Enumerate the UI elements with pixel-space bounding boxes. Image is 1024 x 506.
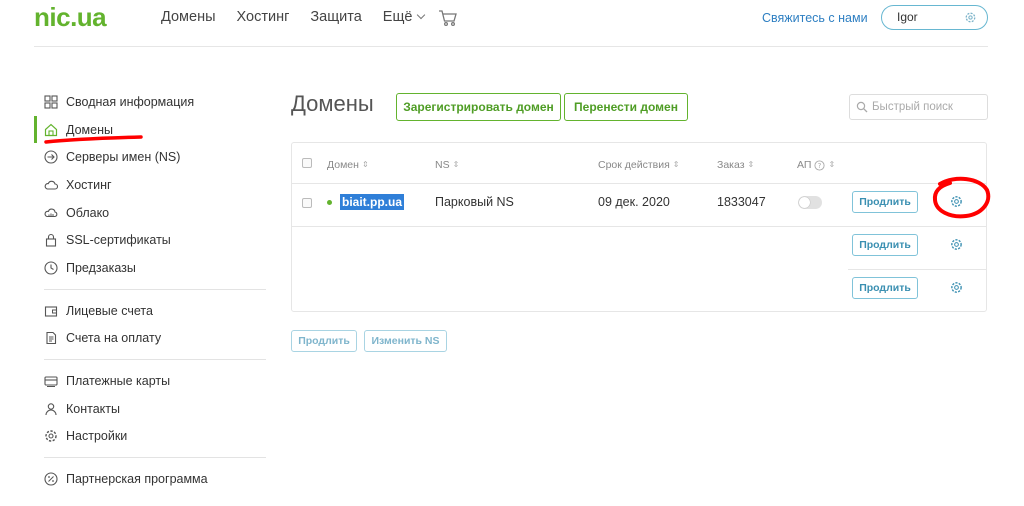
sidebar-item-label: Сводная информация <box>66 94 195 109</box>
sort-icon: ⇕ <box>828 160 836 169</box>
nav-more-label: Ещё <box>382 9 413 25</box>
column-autorenew-label: АП <box>797 159 812 171</box>
sidebar-item-label: Серверы имен (NS) <box>66 150 181 165</box>
autorenew-toggle[interactable] <box>798 196 822 209</box>
cloud-icon <box>44 180 58 190</box>
bulk-renew-button[interactable]: Продлить <box>291 330 357 352</box>
sidebar-item-label: Настройки <box>66 429 128 444</box>
user-menu[interactable]: Igor <box>881 5 988 30</box>
card-icon <box>44 376 58 388</box>
sidebar-item-label: Счета на оплату <box>66 331 162 346</box>
renew-button[interactable]: Продлить <box>852 234 918 256</box>
wallet-icon <box>44 306 58 317</box>
column-expiry[interactable]: Срок действия ⇕ <box>598 159 680 171</box>
red-annotation-underline <box>44 135 143 144</box>
nav-protection[interactable]: Защита <box>310 9 361 25</box>
column-domain-label: Домен <box>327 159 359 171</box>
sidebar-item-label: Облако <box>66 205 110 220</box>
gear-icon[interactable] <box>950 238 963 251</box>
renew-button[interactable]: Продлить <box>852 277 918 299</box>
nic-ua-logo[interactable]: nic.ua <box>34 2 107 33</box>
sidebar-item-ssl[interactable]: SSL-сертификаты <box>34 226 266 254</box>
sidebar-item-cloud[interactable]: Облако <box>34 199 266 227</box>
sort-icon: ⇕ <box>672 160 680 169</box>
expiry-value: 09 дек. 2020 <box>598 195 670 209</box>
column-expiry-label: Срок действия <box>598 159 670 171</box>
column-ns-label: NS <box>435 159 450 171</box>
sidebar-item-label: Платежные карты <box>66 374 171 389</box>
sidebar-item-preorders[interactable]: Предзаказы <box>34 254 266 282</box>
transfer-domain-button[interactable]: Перенести домен <box>564 93 688 121</box>
document-icon <box>46 332 57 345</box>
domains-table: Домен ⇕ NS ⇕ Срок действия ⇕ Заказ ⇕ АП ? ⇕ … <box>291 142 987 312</box>
search-icon <box>856 101 868 113</box>
grid-icon <box>44 95 58 109</box>
sidebar-item-label: Предзаказы <box>66 260 136 275</box>
column-domain[interactable]: Домен ⇕ <box>327 159 369 171</box>
gear-icon <box>965 12 976 23</box>
column-order[interactable]: Заказ ⇕ <box>717 159 754 171</box>
row-checkbox[interactable] <box>302 198 312 208</box>
table-row: biait.pp.ua Парковый NS 09 дек. 2020 183… <box>292 184 986 227</box>
page-title: Домены <box>291 91 374 116</box>
sidebar-divider <box>44 359 266 361</box>
sidebar-item-settings[interactable]: Настройки <box>34 423 266 451</box>
sidebar-item-invoices[interactable]: Счета на оплату <box>34 325 266 353</box>
sidebar-divider <box>44 457 266 459</box>
ns-value: Парковый NS <box>435 195 514 209</box>
cart-icon[interactable] <box>438 9 458 27</box>
sidebar-item-accounts[interactable]: Лицевые счета <box>34 297 266 325</box>
sidebar-item-summary[interactable]: Сводная информация <box>34 88 266 116</box>
sidebar-item-label: SSL-сертификаты <box>66 233 171 248</box>
domain-link[interactable]: biait.pp.ua <box>340 194 404 210</box>
sidebar-divider <box>44 288 266 290</box>
contact-us-link[interactable]: Свяжитесь с нами <box>762 11 868 25</box>
header-divider <box>34 46 988 47</box>
column-order-label: Заказ <box>717 159 745 171</box>
gear-icon[interactable] <box>950 281 963 294</box>
table-row: Продлить <box>292 227 986 270</box>
help-icon[interactable]: ? <box>814 159 825 171</box>
clock-icon <box>44 261 58 275</box>
select-all-checkbox[interactable] <box>302 158 312 168</box>
arrow-circle-icon <box>44 150 58 164</box>
table-header: Домен ⇕ NS ⇕ Срок действия ⇕ Заказ ⇕ АП ? ⇕ <box>292 143 986 184</box>
change-ns-button[interactable]: Изменить NS <box>364 330 447 352</box>
sidebar-item-nameservers[interactable]: Серверы имен (NS) <box>34 143 266 171</box>
gear-icon <box>45 430 57 443</box>
person-icon <box>45 402 57 415</box>
red-annotation-circle <box>932 176 991 219</box>
column-ns[interactable]: NS ⇕ <box>435 159 459 171</box>
register-domain-button[interactable]: Зарегистрировать домен <box>396 93 561 121</box>
sidebar-item-partner-program[interactable]: Партнерская программа <box>34 465 266 493</box>
nav-domains[interactable]: Домены <box>161 9 216 25</box>
sidebar-item-label: Партнерская программа <box>66 472 208 487</box>
quick-search-input[interactable]: Быстрый поиск <box>849 94 988 120</box>
sidebar-item-contacts[interactable]: Контакты <box>34 395 266 423</box>
sidebar-item-label: Хостинг <box>66 177 112 192</box>
status-active-dot <box>327 200 332 205</box>
user-name: Igor <box>897 10 918 24</box>
order-value: 1833047 <box>717 195 766 209</box>
main-nav: Домены Хостинг Защита Ещё <box>161 9 445 25</box>
sort-icon: ⇕ <box>361 160 369 169</box>
sidebar-item-label: Контакты <box>66 401 120 416</box>
sort-icon: ⇕ <box>747 160 755 169</box>
lock-icon <box>45 234 57 247</box>
top-navigation: nic.ua Домены Хостинг Защита Ещё Свяжите… <box>0 0 1024 46</box>
svg-text:?: ? <box>818 162 822 170</box>
nav-hosting[interactable]: Хостинг <box>237 9 290 25</box>
table-row: Продлить <box>292 270 986 313</box>
sidebar-item-payment-cards[interactable]: Платежные карты <box>34 367 266 395</box>
nav-more[interactable]: Ещё <box>382 9 426 25</box>
sidebar-item-hosting[interactable]: Хостинг <box>34 171 266 199</box>
chevron-down-icon <box>417 10 426 20</box>
cloud-server-icon <box>44 208 58 217</box>
renew-button[interactable]: Продлить <box>852 191 918 213</box>
sidebar: Сводная информация Домены Серверы имен (… <box>34 88 266 493</box>
sort-icon: ⇕ <box>452 160 460 169</box>
column-autorenew[interactable]: АП ? ⇕ <box>797 159 835 171</box>
percent-icon <box>44 472 58 486</box>
sidebar-item-label: Лицевые счета <box>66 303 153 318</box>
